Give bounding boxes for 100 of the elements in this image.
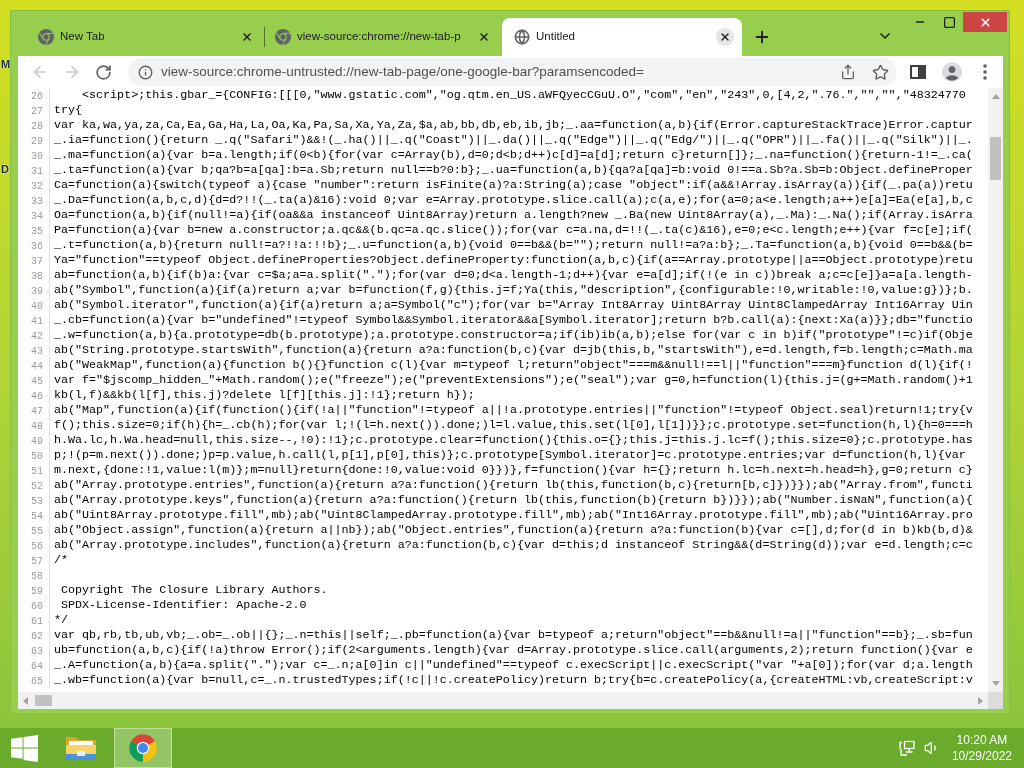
line-number: 44 [31,361,43,372]
line-number: 61 [31,616,43,627]
line-number: 28 [31,121,43,132]
browser-tab[interactable]: New Tab [28,18,264,56]
star-icon [871,63,889,81]
code-line: Ca=function(a){switch(typeof a){case "number":return isFinite(a)?a:String(a);case "object":if(a&&!Array.isArray(a)){if(_.pa(a))retu [54,178,973,193]
line-number: 63 [31,646,43,657]
code-line: _.t=function(a,b){return null!=a?!!a:!!b};_.u=function(a,b){void 0==b&&(b="");return null!=a?a:b};_.Ta=function(a,b){void 0==b&&(b= [54,238,973,253]
side-panel-icon [910,65,926,79]
code-line: Copyright The Closure Library Authors. [60,583,328,598]
code-line: ab("Object.assign",function(a){return a||nb});ab("Object.entries",function(a){return a?a:function(b){var c=[],d;for(d in b)kb(b,d)& [54,523,973,538]
code-line: _.ta=function(a){var b;qa?b=a[qa]:b=a.Sb;return null==b?0:b};_.ua=function(a,b){qa?a[qa]=b:void 0!==a.Sb?a.Sb=b:Object.defineProper [54,163,973,178]
code-line: <script>;this.gbar_={CONFIG:[[[0,"www.gstatic.com","og.qtm.en_US.aWFQyecCGuU.O","com","en","243",0,[4,2,".76.","","","48324770 [81,88,966,103]
address-field[interactable]: view-source:chrome-untrusted://new-tab-page/one-google-bar?paramsencoded= [128,58,897,86]
close-icon [978,15,992,29]
line-number: 31 [31,166,43,177]
line-number: 42 [31,331,43,342]
code-line: h.Wa.lc,h.Wa.head=null,this.size--,!0):!1};c.prototype.clear=function(){this.o={};this.j=this.j.lc=f();this.size=0};c.prototype.has [54,433,973,448]
line-number: 51 [31,466,43,477]
code-line: var f="$jscomp_hidden_"+Math.random();e("freeze");e("preventExtensions");e("seal");var g=0,h=function(l){this.j=(g+=Math.random()+1 [54,373,973,388]
code-line: */ [54,613,69,628]
code-line: ub=function(a,b,c){if(!a)throw Error();if(2<arguments.length){var d=Array.prototype.slice.call(arguments,2);return function(){var e [54,643,973,658]
line-number: 60 [31,601,43,612]
close-icon [478,31,490,43]
chrome-logo-icon [275,29,291,45]
line-number: 37 [31,256,43,267]
code-line: ab("Map",function(a){if(function(){if(!a||"function"!=typeof a||!a.prototype.entries||"function"!=typeof Object.seal)return!1;try{v [54,403,973,418]
line-number: 49 [31,436,43,447]
triangle-up-icon [991,94,1000,99]
line-number: 30 [31,151,43,162]
code-line: Ya="function"==typeof Object.defineProperties?Object.defineProperty:function(a,b,c){if(a==Array.prototype||a==Object.prototype)retu [54,253,973,268]
code-line: SPDX-License-Identifier: Apache-2.0 [60,598,307,613]
line-number: 50 [31,451,43,462]
line-number: 54 [31,511,43,522]
arrow-right-icon [63,63,81,81]
line-number: 62 [31,631,43,642]
reload-icon [94,63,112,81]
line-number: 65 [31,676,43,687]
code-line: ab("Array.prototype.keys",function(a){return a?a:function(){return lb(this,function(b){return b})}});ab("Number.isNaN",function(a){ [54,493,973,508]
chrome-logo-icon [38,29,54,45]
line-number: 40 [31,301,43,312]
line-number: 57 [31,556,43,567]
code-line: _.Da=function(a,b,c,d){d=d?!!(_.ta(a)&16):void 0;var e=Array.prototype.slice.call(a);c(a,e);for(a=0;a<e.length;a++)e[a]=Ea(e[a],b,c [54,193,973,208]
code-line: _.ma=function(a){var b=a.length;if(0<b){for(var c=Array(b),d=0;d<b;d++)c[d]=a[d];return c}return[]};_.na=function(){return-1!=_.ca( [54,148,973,163]
line-number: 35 [31,226,43,237]
code-line: _.ia=function(){return _.q("Safari")&&!(_.ha()||_.q("Coast")||_.da()||_.q("Edge")||_.q("Edg/")||_.q("OPR")||_.fa()||_.q("Silk")||_. [54,133,973,148]
close-icon [719,31,731,43]
chrome-logo-icon [128,733,158,763]
info-icon [138,64,153,80]
horizontal-scrollbar[interactable] [18,692,1003,709]
scrollbar-thumb[interactable] [35,695,52,706]
globe-icon [514,29,530,45]
code-line: _.wb=function(a){var b=null,c=_.n.trustedTypes;if(!c||!c.createPolicy)return b;try{b=c.createPolicy(a,{createHTML:vb,createScript:v [54,673,973,688]
code-line: ab=function(a,b){if(b)a:{var c=$a;a=a.split(".");for(var d=0;d<a.length-1;d++){var e=a[d];if(!(e in c))break a;c=c[e]}a=a[a.length- [54,268,973,283]
code-line: ab("String.prototype.startsWith",function(a){return a?a:function(b,c){var d=jb(this,b,"startsWith"),e=d.length,f=b.length;c=Math.ma [54,343,973,358]
line-number: 43 [31,346,43,357]
code-line: ab("WeakMap",function(a){function b(){}function c(l){var m=typeof l;return"object"===m&&null!==l||"function"===m}function d(l){if(! [54,358,973,373]
code-line: kb(l,f)&&kb(l[f],this.j)?delete l[f][this.j]:!1};return h}); [54,388,475,403]
line-number: 59 [31,586,43,597]
windows-logo-icon [10,734,38,762]
line-number: 58 [31,571,43,582]
scrollbar-thumb[interactable] [990,137,1001,180]
browser-tab[interactable]: Untitled [502,18,742,56]
code-line: m.next,{done:!1,value:l(m)};m=null}return{done:!0,value:void 0}})},f=function(){var h={};return h.lc=h.next=h.head=h},g=0;return c} [54,463,973,478]
triangle-left-icon [23,696,28,705]
line-number: 46 [31,391,43,402]
code-line: ab("Symbol.iterator",function(a){if(a)return a;a=Symbol("c");for(var b="Array Int8Array Uint8Array Uint8ClampedArray Int16Array Uin [54,298,973,313]
line-number: 45 [31,376,43,387]
line-number: 26 [31,91,43,102]
desktop-icon-label: D [1,163,9,176]
code-line: p;!(p=m.next()).done;)p=p.value,h.call(l,p[1],p[0],this)};c.prototype[Symbol.iterator]=c.prototype.entries;var d=function(h,l){var [54,448,966,463]
line-number: 55 [31,526,43,537]
network-icon[interactable] [898,740,915,756]
browser-tab[interactable]: view-source:chrome://new-tab-p [265,18,501,56]
code-line: _.A=function(a,b){a=a.split(".");var c=_.n;a[0]in c||"undefined"==typeof c.execScript||c.execScript("var "+a[0]);for(var d;a.length [54,658,973,673]
close-icon [241,31,253,43]
line-number: 41 [31,316,43,327]
tab-close-button[interactable] [716,28,734,46]
line-number: 48 [31,421,43,432]
line-number: 36 [31,241,43,252]
line-number: 34 [31,211,43,222]
avatar-icon [942,62,962,82]
line-number: 29 [31,136,43,147]
code-line: Oa=function(a,b){if(null!=a){if(oa&&a instanceof Uint8Array)return a.length?new _.Ba(new Uint8Array(a),_.Ma):_.Na();if(Array.isArra [54,208,973,223]
vertical-scrollbar[interactable] [988,88,1003,692]
maximize-icon [942,15,956,29]
code-line: var qb,rb,tb,ub,vb;_.ob=_.ob||{};_.n=this||self;_.pb=function(a){var b=typeof a;return"object"==b&&null!=a||"function"==b};_.sb=fun [54,628,973,643]
plus-icon [753,28,771,46]
line-number: 64 [31,661,43,672]
code-line: Pa=function(a){var b=new a.constructor;a.qc&&(b.qc=a.qc.slice());for(var c=a.na,d=!!(_.ta(c)&16),e=0;e<c.length;e++){var f=c[e];if( [54,223,973,238]
code-line: var ka,wa,ya,za,Ca,Ea,Ga,Ha,La,Oa,Ka,Pa,Sa,Xa,Ya,Za,$a,ab,bb,db,eb,ib,jb;_.aa=function(a,b){if(Error.captureStackTrace)Error.captur [54,118,973,133]
code-line: f();this.size=0;if(h){h=_.cb(h);for(var l;!(l=h.next()).done;)l=l.value,this.set(l[0],l[1])}};c.prototype.set=function(h,l){h=0===h [54,418,973,433]
line-number: 56 [31,541,43,552]
line-number: 52 [31,481,43,492]
triangle-down-icon [991,681,1000,686]
line-number: 47 [31,406,43,417]
taskbar-app-button[interactable] [114,728,172,768]
code-line: ab("Symbol",function(a){if(a)return a;var b=function(f,g){this.j=f;Ya(this,"description",{configurable:!0,writable:!0,value:g})};b. [54,283,973,298]
line-number: 39 [31,286,43,297]
triangle-right-icon [978,696,983,705]
